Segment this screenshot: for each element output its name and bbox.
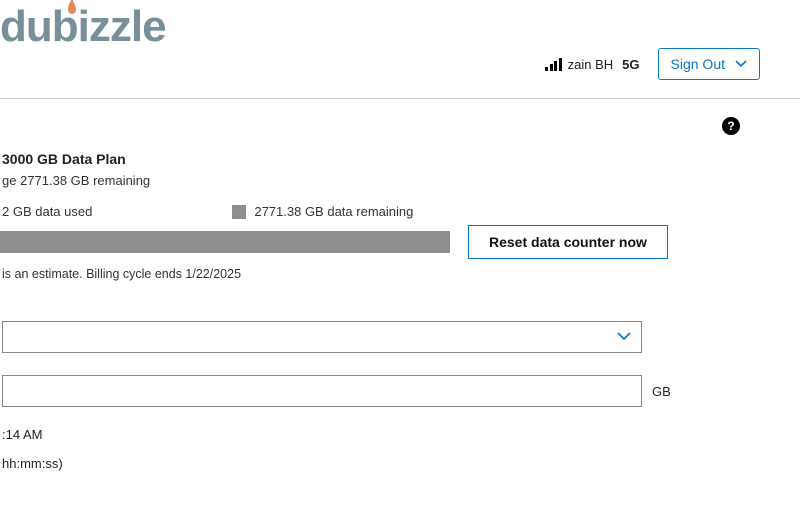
signout-label: Sign Out	[671, 56, 725, 72]
time-text: :14 AM	[2, 427, 800, 442]
usage-bar	[0, 231, 450, 253]
gb-input-row: GB	[2, 375, 800, 407]
carrier-status: zain BH 5G	[545, 57, 639, 72]
content-area: 3000 GB Data Plan ge 2771.38 GB remainin…	[0, 135, 800, 471]
gb-input[interactable]	[2, 375, 642, 407]
usage-bar-row: Reset data counter now	[0, 225, 800, 259]
reset-data-counter-button[interactable]: Reset data counter now	[468, 225, 668, 259]
select-field[interactable]	[2, 321, 642, 353]
plan-title: 3000 GB Data Plan	[2, 151, 800, 167]
chevron-down-icon	[735, 60, 747, 68]
legend-remaining: 2771.38 GB data remaining	[232, 204, 413, 219]
plan-subtitle: ge 2771.38 GB remaining	[2, 173, 800, 188]
carrier-name: zain BH	[568, 57, 614, 72]
legend-used: 2 GB data used	[2, 204, 92, 219]
network-badge: 5G	[622, 57, 639, 72]
remaining-label: 2771.38 GB data remaining	[254, 204, 413, 219]
signout-button[interactable]: Sign Out	[658, 48, 760, 80]
fields-section: GB :14 AM hh:mm:ss)	[0, 321, 800, 471]
format-text: hh:mm:ss)	[2, 456, 800, 471]
signal-icon	[545, 57, 562, 71]
gb-unit-label: GB	[652, 384, 671, 399]
watermark-logo: dubizzle	[0, 2, 166, 52]
flame-icon	[65, 0, 79, 21]
usage-legend: 2 GB data used 2771.38 GB data remaining	[2, 204, 800, 219]
swatch-icon	[232, 205, 246, 219]
chevron-down-icon	[617, 332, 631, 342]
estimate-text: is an estimate. Billing cycle ends 1/22/…	[2, 267, 800, 281]
help-icon[interactable]: ?	[722, 117, 740, 135]
used-label: 2 GB data used	[2, 204, 92, 219]
